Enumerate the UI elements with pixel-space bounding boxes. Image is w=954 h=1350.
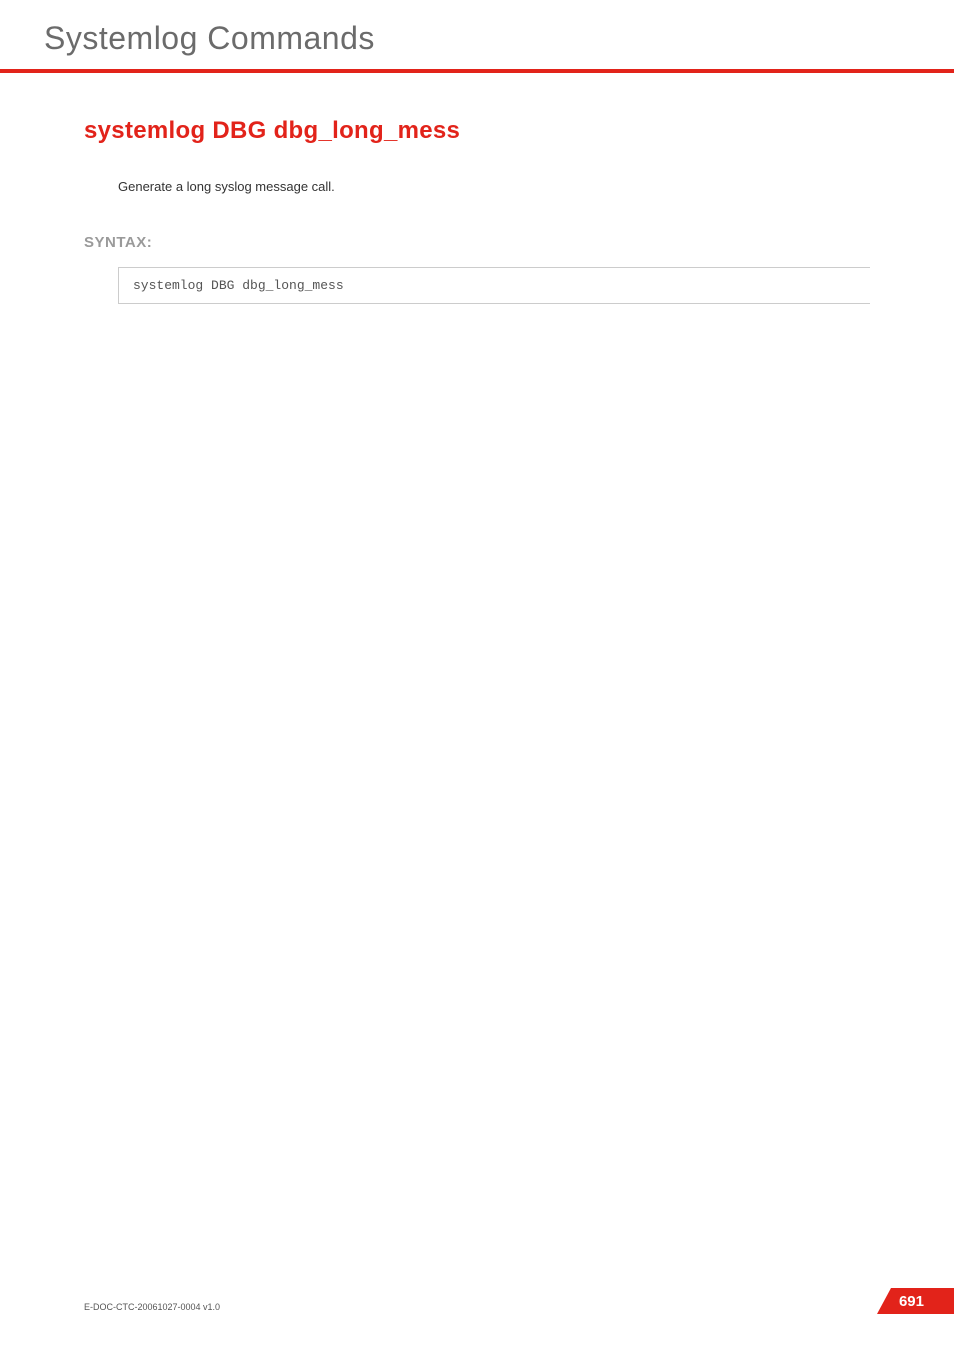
page-title: Systemlog Commands (44, 20, 954, 57)
page-number-badge: 691 (877, 1288, 954, 1314)
document-id: E-DOC-CTC-20061027-0004 v1.0 (84, 1302, 220, 1312)
command-title: systemlog DBG dbg_long_mess (84, 117, 870, 145)
content-area: systemlog DBG dbg_long_mess Generate a l… (0, 73, 954, 304)
badge-triangle (877, 1288, 891, 1314)
page-footer: E-DOC-CTC-20061027-0004 v1.0 691 (0, 1288, 954, 1314)
page-number: 691 (891, 1288, 954, 1314)
syntax-label: SYNTAX: (84, 234, 870, 251)
command-description: Generate a long syslog message call. (118, 179, 870, 194)
syntax-code-block: systemlog DBG dbg_long_mess (118, 267, 870, 304)
page-header: Systemlog Commands (0, 0, 954, 69)
